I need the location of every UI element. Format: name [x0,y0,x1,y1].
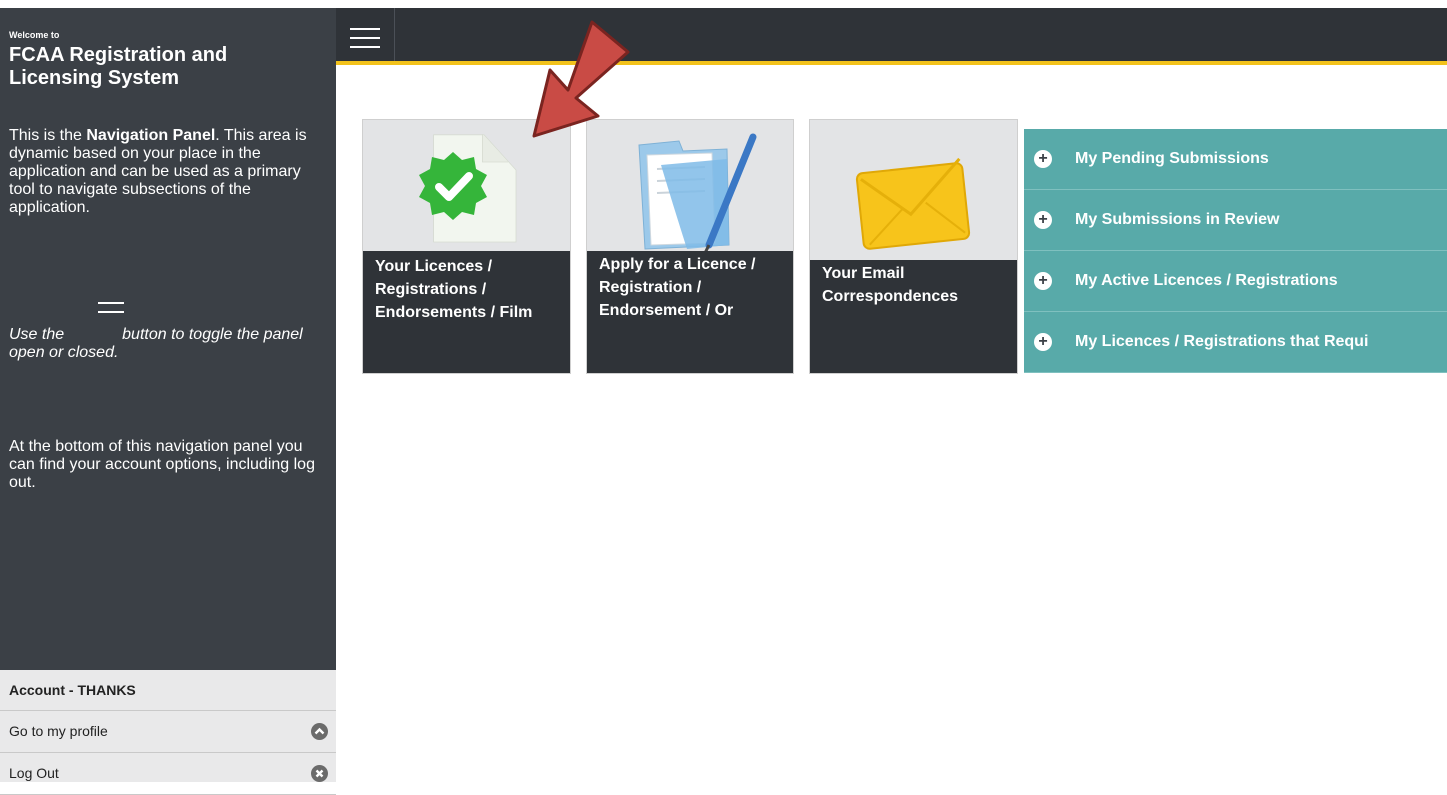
folder-pen-icon [638,133,757,253]
account-options-hint: At the bottom of this navigation panel y… [9,438,315,491]
plus-icon: + [1034,333,1052,351]
email-tile-label: Your Email Correspondences [810,260,1017,373]
plus-icon: + [1034,211,1052,229]
plus-icon: + [1034,272,1052,290]
hamburger-line [350,46,380,48]
navigation-panel: Welcome to FCAA Registration and Licensi… [0,8,336,782]
account-panel: Account - THANKS Go to my profile Log Ou… [0,670,336,795]
accordion-item-in-review[interactable]: + My Submissions in Review [1024,190,1447,251]
chevron-up-icon [311,723,328,740]
apply-tile[interactable]: Apply for a Licence / Registration / End… [586,119,794,374]
check-document-icon [419,134,517,243]
accordion-item-pending[interactable]: + My Pending Submissions [1024,129,1447,190]
plus-icon: + [1034,150,1052,168]
licences-tile[interactable]: Your Licences / Registrations / Endorsem… [362,119,571,374]
top-bar [336,8,1447,65]
accordion-label: My Licences / Registrations that Requi [1075,333,1369,350]
accordion-item-requiring[interactable]: + My Licences / Registrations that Requi [1024,312,1447,373]
submissions-accordion: + My Pending Submissions + My Submission… [1024,129,1447,373]
accordion-label: My Submissions in Review [1075,211,1280,228]
annotation-arrow-icon [532,20,630,138]
toggle-instructions: Use the button to toggle the panel open o… [9,326,329,362]
intro-bold: Navigation Panel [86,127,216,144]
apply-tile-label: Apply for a Licence / Registration / End… [587,251,793,373]
accordion-label: My Active Licences / Registrations [1075,272,1338,289]
hamburger-icon [98,302,124,326]
menu-toggle-button[interactable] [336,8,395,61]
envelope-icon [855,157,971,250]
accordion-label: My Pending Submissions [1075,150,1269,167]
licences-tile-label: Your Licences / Registrations / Endorsem… [363,251,570,373]
profile-label: Go to my profile [9,723,108,739]
email-tile[interactable]: Your Email Correspondences [809,119,1018,374]
top-strip [0,0,1447,8]
log-out-link[interactable]: Log Out [0,753,336,795]
navigation-intro: This is the Navigation Panel. This area … [9,127,319,217]
account-header: Account - THANKS [0,670,336,711]
intro-prefix: This is the [9,127,87,144]
welcome-text: Welcome to [9,30,60,40]
logout-label: Log Out [9,765,59,781]
hamburger-line [350,37,380,39]
accordion-item-active[interactable]: + My Active Licences / Registrations [1024,251,1447,312]
system-title: FCAA Registration and Licensing System [9,44,228,89]
toggle-prefix: Use the [9,326,65,343]
go-to-profile-link[interactable]: Go to my profile [0,711,336,753]
close-icon [311,765,328,782]
hamburger-line [350,28,380,30]
